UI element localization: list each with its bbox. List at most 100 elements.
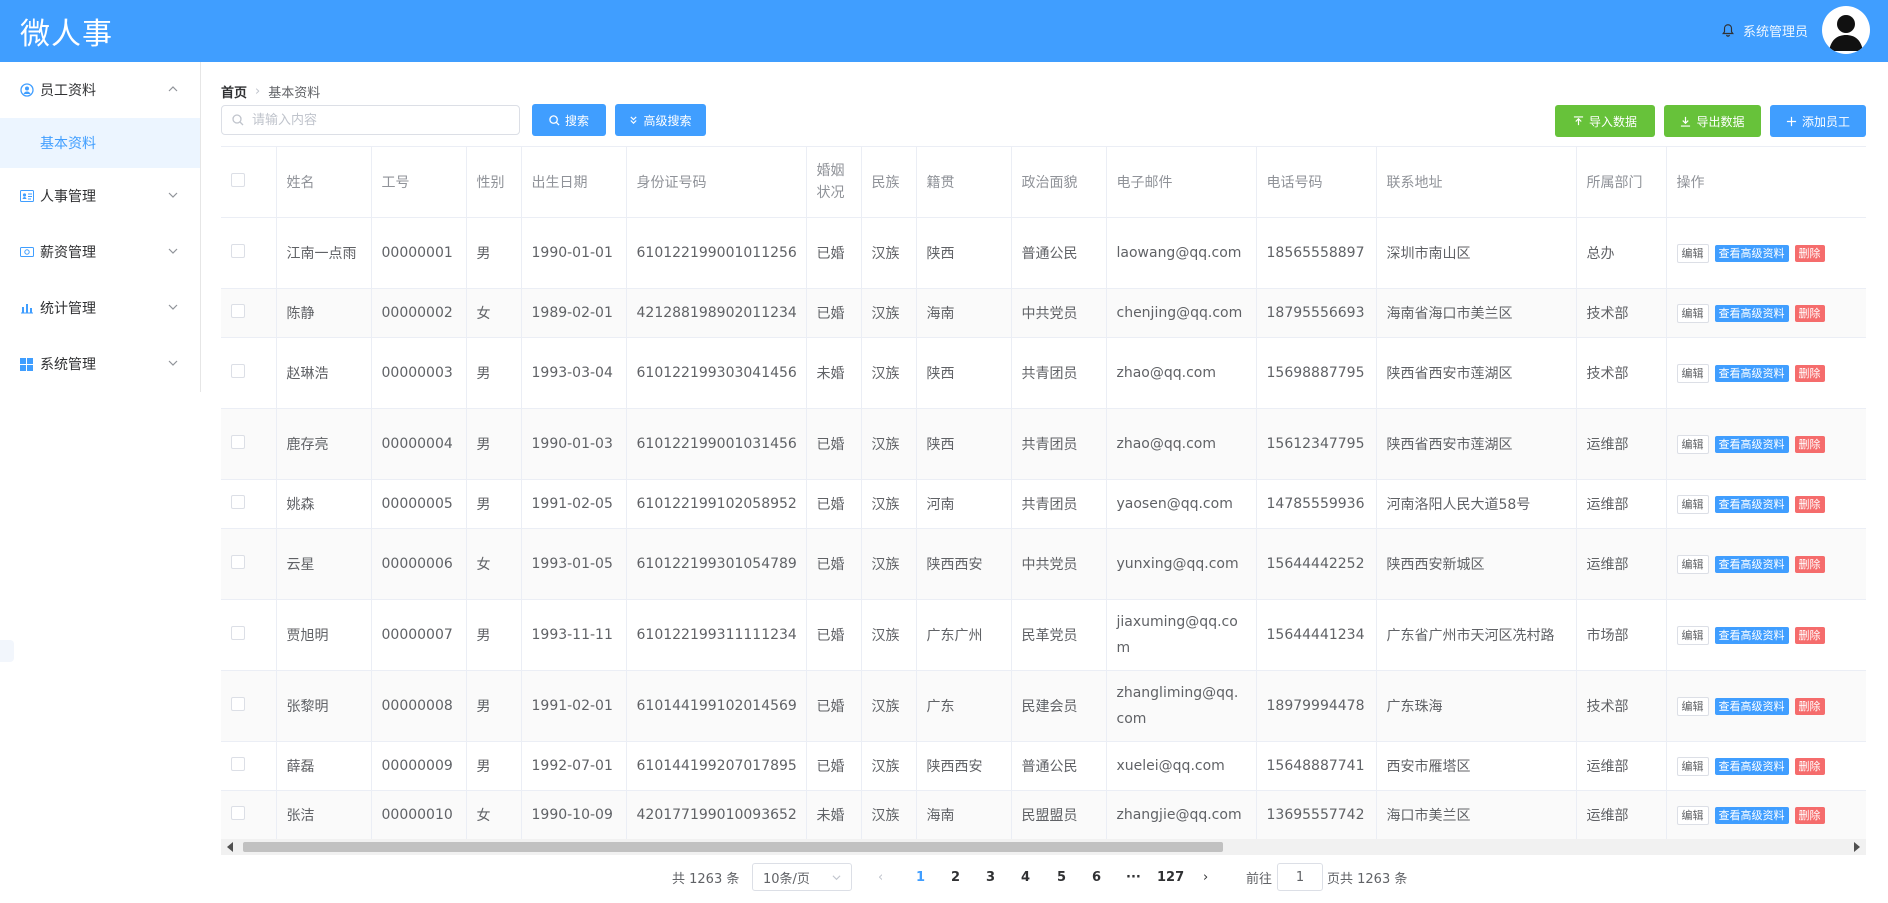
goto-page-input[interactable]: 1 (1277, 863, 1323, 891)
row-checkbox[interactable] (231, 555, 245, 569)
row-select-cell[interactable] (221, 670, 277, 742)
row-checkbox[interactable] (231, 244, 245, 258)
page-size-select[interactable]: 10条/页 (752, 863, 852, 891)
side-collapse-handle[interactable] (0, 640, 14, 662)
next-page-icon[interactable]: › (1203, 863, 1208, 891)
sidebar-item-salary[interactable]: 薪资管理 (0, 224, 200, 280)
view-advanced-button[interactable]: 查看高级资料 (1714, 757, 1789, 775)
row-select-cell[interactable] (221, 408, 277, 480)
page-number[interactable]: 6 (1092, 863, 1101, 891)
edit-button[interactable]: 编辑 (1676, 805, 1709, 825)
edit-button[interactable]: 编辑 (1676, 243, 1709, 263)
search-input[interactable] (250, 111, 494, 129)
cell-phone: 18979994478 (1256, 670, 1377, 742)
row-select-cell[interactable] (221, 217, 277, 289)
row-select-cell[interactable] (221, 599, 277, 671)
cell-email: xuelei@qq.com (1106, 741, 1257, 791)
bell-icon[interactable] (1721, 23, 1735, 37)
edit-button[interactable]: 编辑 (1676, 696, 1709, 716)
search-button-label: 搜索 (564, 113, 589, 128)
edit-button[interactable]: 编辑 (1676, 756, 1709, 776)
view-advanced-button[interactable]: 查看高级资料 (1714, 495, 1789, 513)
view-advanced-button[interactable]: 查看高级资料 (1714, 697, 1789, 715)
view-advanced-button[interactable]: 查看高级资料 (1714, 626, 1789, 644)
select-all-checkbox[interactable] (231, 173, 245, 187)
edit-button[interactable]: 编辑 (1676, 494, 1709, 514)
row-checkbox[interactable] (231, 435, 245, 449)
page-number[interactable]: 127 (1157, 863, 1184, 891)
edit-button[interactable]: 编辑 (1676, 434, 1709, 454)
row-checkbox[interactable] (231, 364, 245, 378)
delete-button[interactable]: 删除 (1794, 757, 1825, 775)
view-advanced-button[interactable]: 查看高级资料 (1714, 435, 1789, 453)
search-box[interactable] (221, 105, 520, 135)
edit-button[interactable]: 编辑 (1676, 625, 1709, 645)
cell-actions: 编辑 查看高级资料 删除 (1666, 408, 1866, 480)
cell-email: laowang@qq.com (1106, 217, 1257, 289)
sidebar-item-personnel[interactable]: 人事管理 (0, 168, 200, 224)
page-number[interactable]: 1 (916, 863, 925, 891)
export-data-button[interactable]: 导出数据 (1664, 105, 1761, 137)
sidebar-item-system[interactable]: 系统管理 (0, 336, 200, 392)
bar-chart-icon (20, 301, 34, 315)
edit-button[interactable]: 编辑 (1676, 554, 1709, 574)
select-all-cell[interactable] (221, 147, 277, 218)
user-area[interactable]: 系统管理员 (1721, 6, 1870, 54)
row-checkbox[interactable] (231, 495, 245, 509)
edit-button[interactable]: 编辑 (1676, 303, 1709, 323)
cell-marital: 已婚 (806, 408, 862, 480)
delete-button[interactable]: 删除 (1794, 495, 1825, 513)
table-row: 贾旭明 00000007 男 1993-11-11 610122199311111234… (221, 599, 1866, 671)
sidebar-subitem-basic-info[interactable]: 基本资料 (0, 118, 200, 168)
delete-button[interactable]: 删除 (1794, 364, 1825, 382)
edit-button[interactable]: 编辑 (1676, 363, 1709, 383)
row-select-cell[interactable] (221, 337, 277, 409)
scroll-right-arrow-icon[interactable] (1854, 842, 1860, 852)
column-header: 电子邮件 (1106, 147, 1257, 218)
view-advanced-button[interactable]: 查看高级资料 (1714, 806, 1789, 824)
delete-button[interactable]: 删除 (1794, 806, 1825, 824)
breadcrumb-home[interactable]: 首页 (221, 82, 247, 101)
row-checkbox[interactable] (231, 626, 245, 640)
prev-page-icon[interactable]: ‹ (878, 863, 883, 891)
import-data-button[interactable]: 导入数据 (1555, 105, 1655, 137)
cell-name: 薛磊 (276, 741, 372, 791)
page-number[interactable]: 3 (986, 863, 995, 891)
cell-birth: 1991-02-01 (521, 670, 627, 742)
page-number[interactable]: 4 (1021, 863, 1030, 891)
row-checkbox[interactable] (231, 757, 245, 771)
delete-button[interactable]: 删除 (1794, 555, 1825, 573)
row-select-cell[interactable] (221, 288, 277, 338)
add-employee-button[interactable]: 添加员工 (1770, 105, 1866, 137)
delete-button[interactable]: 删除 (1794, 697, 1825, 715)
username[interactable]: 系统管理员 (1743, 21, 1808, 40)
scroll-left-arrow-icon[interactable] (227, 842, 233, 852)
delete-button[interactable]: 删除 (1794, 435, 1825, 453)
page-number[interactable]: 2 (951, 863, 960, 891)
row-checkbox[interactable] (231, 806, 245, 820)
delete-button[interactable]: 删除 (1794, 304, 1825, 322)
view-advanced-button[interactable]: 查看高级资料 (1714, 364, 1789, 382)
row-select-cell[interactable] (221, 479, 277, 529)
cell-gender: 男 (466, 599, 522, 671)
row-checkbox[interactable] (231, 304, 245, 318)
page-number[interactable]: 5 (1057, 863, 1066, 891)
sidebar-item-employee-info[interactable]: 员工资料 (0, 62, 200, 118)
row-select-cell[interactable] (221, 528, 277, 600)
avatar[interactable] (1822, 6, 1870, 54)
view-advanced-button[interactable]: 查看高级资料 (1714, 304, 1789, 322)
sidebar-item-statistics[interactable]: 统计管理 (0, 280, 200, 336)
view-advanced-button[interactable]: 查看高级资料 (1714, 244, 1789, 262)
horizontal-scrollbar[interactable] (221, 839, 1866, 855)
delete-button[interactable]: 删除 (1794, 626, 1825, 644)
row-checkbox[interactable] (231, 697, 245, 711)
advanced-search-button[interactable]: 高级搜索 (615, 104, 706, 136)
delete-button[interactable]: 删除 (1794, 244, 1825, 262)
scrollbar-thumb[interactable] (243, 842, 1223, 852)
search-button[interactable]: 搜索 (532, 104, 606, 136)
view-advanced-button[interactable]: 查看高级资料 (1714, 555, 1789, 573)
row-select-cell[interactable] (221, 790, 277, 840)
row-select-cell[interactable] (221, 741, 277, 791)
page-ellipsis[interactable]: ··· (1126, 863, 1141, 891)
cell-politic: 普通公民 (1011, 741, 1107, 791)
